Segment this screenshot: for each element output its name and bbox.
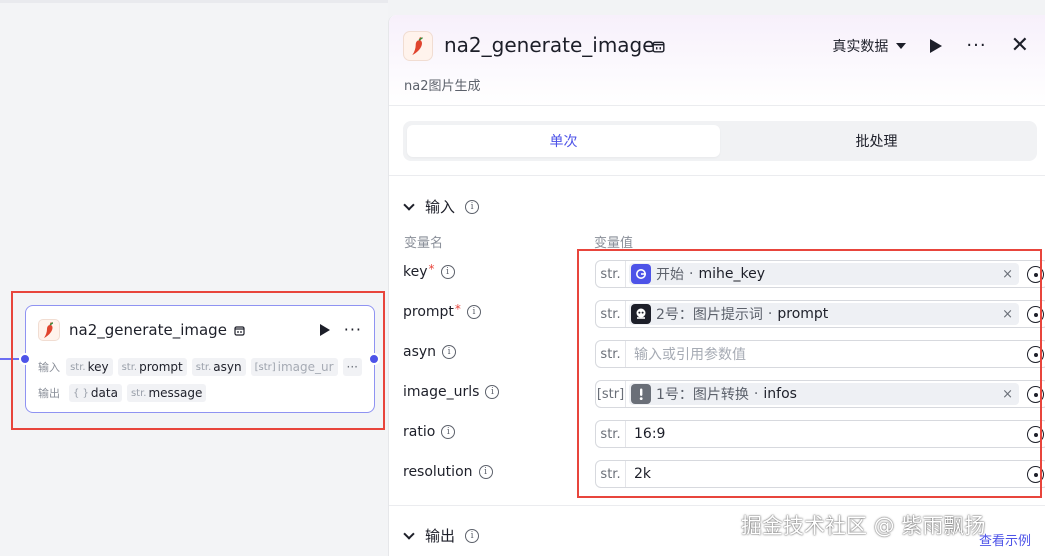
alert-node-icon	[631, 384, 651, 404]
param-value-field[interactable]: str. 2k	[595, 460, 1045, 488]
data-mode-label: 真实数据	[832, 39, 889, 55]
output-section-title: 输出	[425, 527, 456, 545]
more-icon[interactable]: ···	[966, 37, 986, 55]
param-name: asyn i	[403, 344, 457, 360]
param-name: resolution i	[403, 464, 493, 480]
start-node-icon	[631, 264, 651, 284]
caret-down-icon	[896, 43, 907, 49]
info-icon[interactable]: i	[465, 528, 480, 543]
input-section-header[interactable]: 输入 i	[403, 196, 480, 217]
robot-node-icon	[631, 304, 651, 324]
col-header-name: 变量名	[404, 236, 444, 251]
param-placeholder: 输入或引用参数值	[634, 347, 746, 363]
variable-reference-icon[interactable]	[1027, 266, 1044, 283]
info-icon[interactable]: i	[441, 425, 456, 439]
type-badge: str.	[596, 301, 626, 327]
clear-ref-icon[interactable]: ×	[1002, 307, 1013, 322]
run-mode-tabs: 单次 批处理	[403, 121, 1037, 161]
col-header-value: 变量值	[594, 236, 634, 251]
clear-ref-icon[interactable]: ×	[1002, 267, 1013, 282]
type-badge: str.	[596, 461, 626, 487]
panel-header-actions: 真实数据 ··· ✕	[832, 35, 1029, 57]
info-icon[interactable]: i	[478, 465, 493, 479]
info-icon[interactable]: i	[440, 265, 455, 279]
output-section-header[interactable]: 输出 i	[403, 525, 480, 546]
variable-reference-icon[interactable]	[1027, 346, 1044, 363]
chili-icon	[403, 31, 433, 61]
node-config-panel: na2_generate_image na2图片生成 真实数据 ··· ✕ 单次…	[388, 15, 1045, 556]
plugin-store-icon	[652, 41, 665, 53]
param-row-image-urls: image_urls i [str] 1号：图片转换 · infos ×	[403, 380, 1045, 408]
required-mark: *	[454, 302, 461, 316]
canvas-top-border	[0, 0, 388, 3]
node-highlight-frame	[11, 291, 385, 430]
param-name: image_urls i	[403, 384, 500, 400]
param-row-key: key * i str. 开始 · mihe_key ×	[403, 260, 1045, 288]
input-section-title: 输入	[425, 198, 456, 216]
param-name: key * i	[403, 262, 455, 280]
param-row-prompt: prompt * i str. 2号：图片提示词 · prompt ×	[403, 300, 1045, 328]
param-value-field[interactable]: str. 开始 · mihe_key ×	[595, 260, 1045, 288]
tab-batch[interactable]: 批处理	[720, 125, 1033, 157]
param-value-field[interactable]: str. 16:9	[595, 420, 1045, 448]
type-badge: str.	[596, 421, 626, 447]
variable-ref-chip[interactable]: 1号：图片转换 · infos ×	[629, 383, 1019, 405]
param-name: prompt * i	[403, 302, 481, 320]
variable-reference-icon[interactable]	[1027, 306, 1044, 323]
required-mark: *	[428, 262, 435, 276]
watermark: 掘金技术社区 @ 紫雨飘扬	[741, 514, 986, 538]
info-icon[interactable]: i	[466, 305, 481, 319]
type-badge: str.	[596, 261, 626, 287]
panel-header: na2_generate_image na2图片生成 真实数据 ··· ✕	[389, 15, 1045, 106]
close-icon[interactable]: ✕	[1011, 35, 1029, 57]
param-value-field[interactable]: [str] 1号：图片转换 · infos ×	[595, 380, 1045, 408]
param-name: ratio i	[403, 424, 456, 440]
info-icon[interactable]: i	[485, 385, 500, 399]
section-divider	[389, 505, 1045, 506]
tab-single[interactable]: 单次	[407, 125, 720, 157]
chevron-down-icon	[403, 527, 415, 540]
info-icon[interactable]: i	[442, 345, 457, 359]
param-value: 16:9	[634, 426, 666, 442]
section-divider	[389, 175, 1045, 176]
workflow-canvas[interactable]: na2_generate_image ··· 输入 str. key str. pr…	[0, 0, 388, 556]
variable-ref-chip[interactable]: 开始 · mihe_key ×	[629, 263, 1019, 285]
variable-ref-chip[interactable]: 2号：图片提示词 · prompt ×	[629, 303, 1019, 325]
run-icon[interactable]	[930, 39, 943, 53]
type-badge: str.	[596, 341, 626, 367]
variable-reference-icon[interactable]	[1027, 386, 1044, 403]
variable-reference-icon[interactable]	[1027, 426, 1044, 443]
param-value-field[interactable]: str. 输入或引用参数值	[595, 340, 1045, 368]
data-mode-select[interactable]: 真实数据	[832, 36, 907, 56]
param-row-resolution: resolution i str. 2k	[403, 460, 1045, 488]
param-row-asyn: asyn i str. 输入或引用参数值	[403, 340, 1045, 368]
panel-subtitle: na2图片生成	[404, 79, 481, 94]
type-badge: [str]	[596, 381, 626, 407]
clear-ref-icon[interactable]: ×	[1002, 387, 1013, 402]
param-row-ratio: ratio i str. 16:9	[403, 420, 1045, 448]
panel-title: na2_generate_image	[444, 33, 655, 57]
chevron-down-icon	[403, 198, 415, 211]
variable-reference-icon[interactable]	[1027, 466, 1044, 483]
param-value: 2k	[634, 466, 652, 482]
info-icon[interactable]: i	[465, 199, 480, 214]
view-example-link[interactable]: 查看示例	[979, 530, 1031, 549]
param-value-field[interactable]: str. 2号：图片提示词 · prompt ×	[595, 300, 1045, 328]
